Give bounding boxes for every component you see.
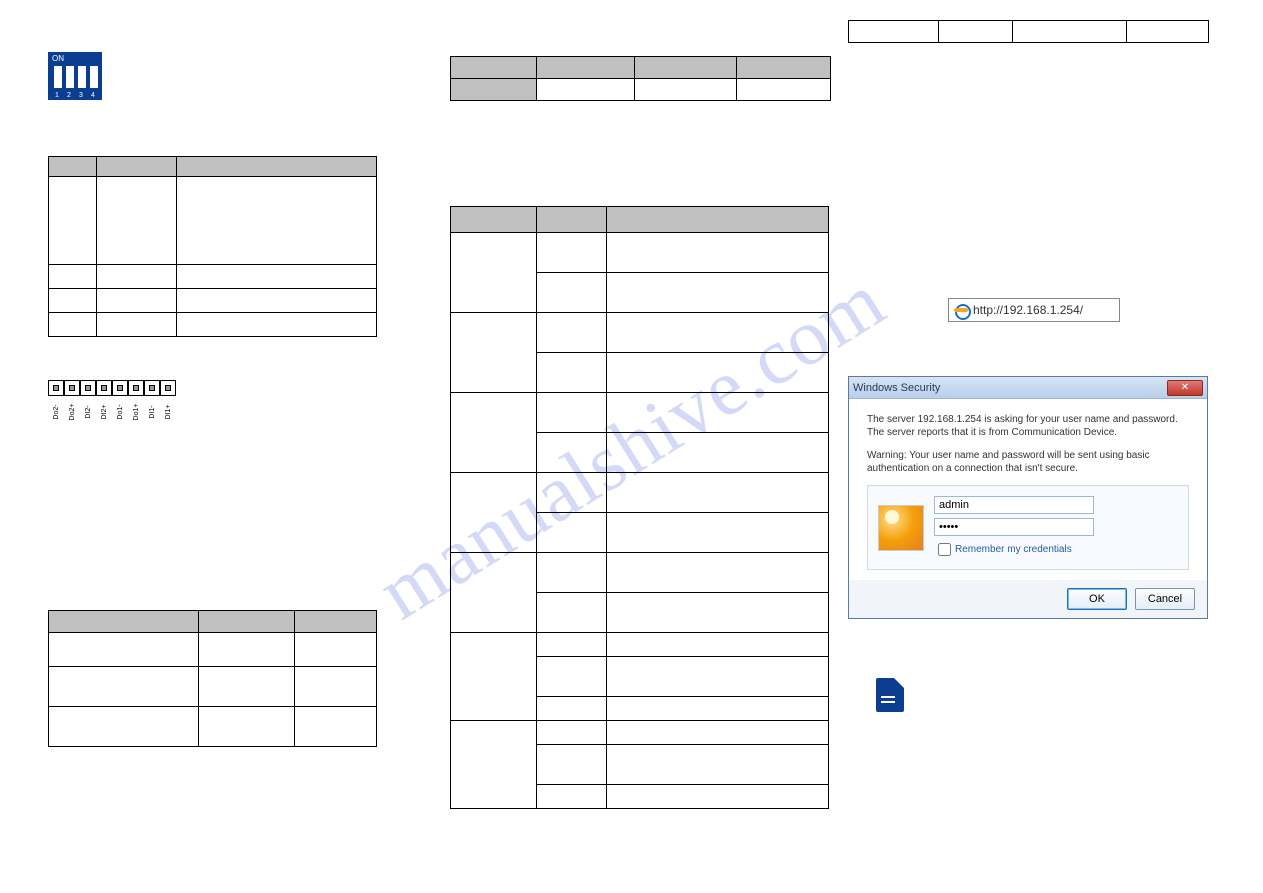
user-avatar-icon	[878, 505, 924, 551]
windows-security-dialog: Windows Security ✕ The server 192.168.1.…	[848, 376, 1208, 619]
remember-checkbox[interactable]	[938, 543, 951, 556]
dip-on-label: ON	[52, 54, 64, 63]
username-field[interactable]	[934, 496, 1094, 514]
dip-num-2: 2	[67, 92, 71, 99]
dip-num-4: 4	[91, 92, 95, 99]
table-dip-config	[48, 156, 377, 337]
ok-button[interactable]: OK	[1067, 588, 1127, 610]
dialog-text-2: Warning: Your user name and password wil…	[867, 449, 1189, 475]
dialog-text-1: The server 192.168.1.254 is asking for y…	[867, 413, 1189, 439]
credentials-box: Remember my credentials	[867, 485, 1189, 570]
dip-num-3: 3	[79, 92, 83, 99]
terminal-label: DI1+	[154, 404, 182, 420]
close-icon: ✕	[1181, 382, 1189, 393]
terminal-block-icon: Do2- Do2+ DI2- DI2+ Do1- Do1+ DI1- DI1+	[48, 380, 176, 426]
table-led-large	[450, 206, 829, 809]
password-field[interactable]	[934, 518, 1094, 536]
dialog-titlebar: Windows Security ✕	[849, 377, 1207, 399]
cancel-button[interactable]: Cancel	[1135, 588, 1195, 610]
table-led-small	[450, 56, 831, 101]
close-button[interactable]: ✕	[1167, 380, 1203, 396]
remember-credentials[interactable]: Remember my credentials	[934, 540, 1178, 559]
address-bar: http://192.168.1.254/	[948, 298, 1120, 322]
address-url: http://192.168.1.254/	[973, 303, 1083, 317]
dialog-title: Windows Security	[853, 382, 940, 394]
document-icon	[876, 678, 904, 712]
table-io-spec	[48, 610, 377, 747]
dip-switch-icon: ON 1 2 3 4	[48, 52, 102, 100]
table-top-right	[848, 20, 1209, 43]
ie-icon	[953, 302, 969, 318]
remember-label: Remember my credentials	[955, 544, 1072, 555]
dip-num-1: 1	[55, 92, 59, 99]
